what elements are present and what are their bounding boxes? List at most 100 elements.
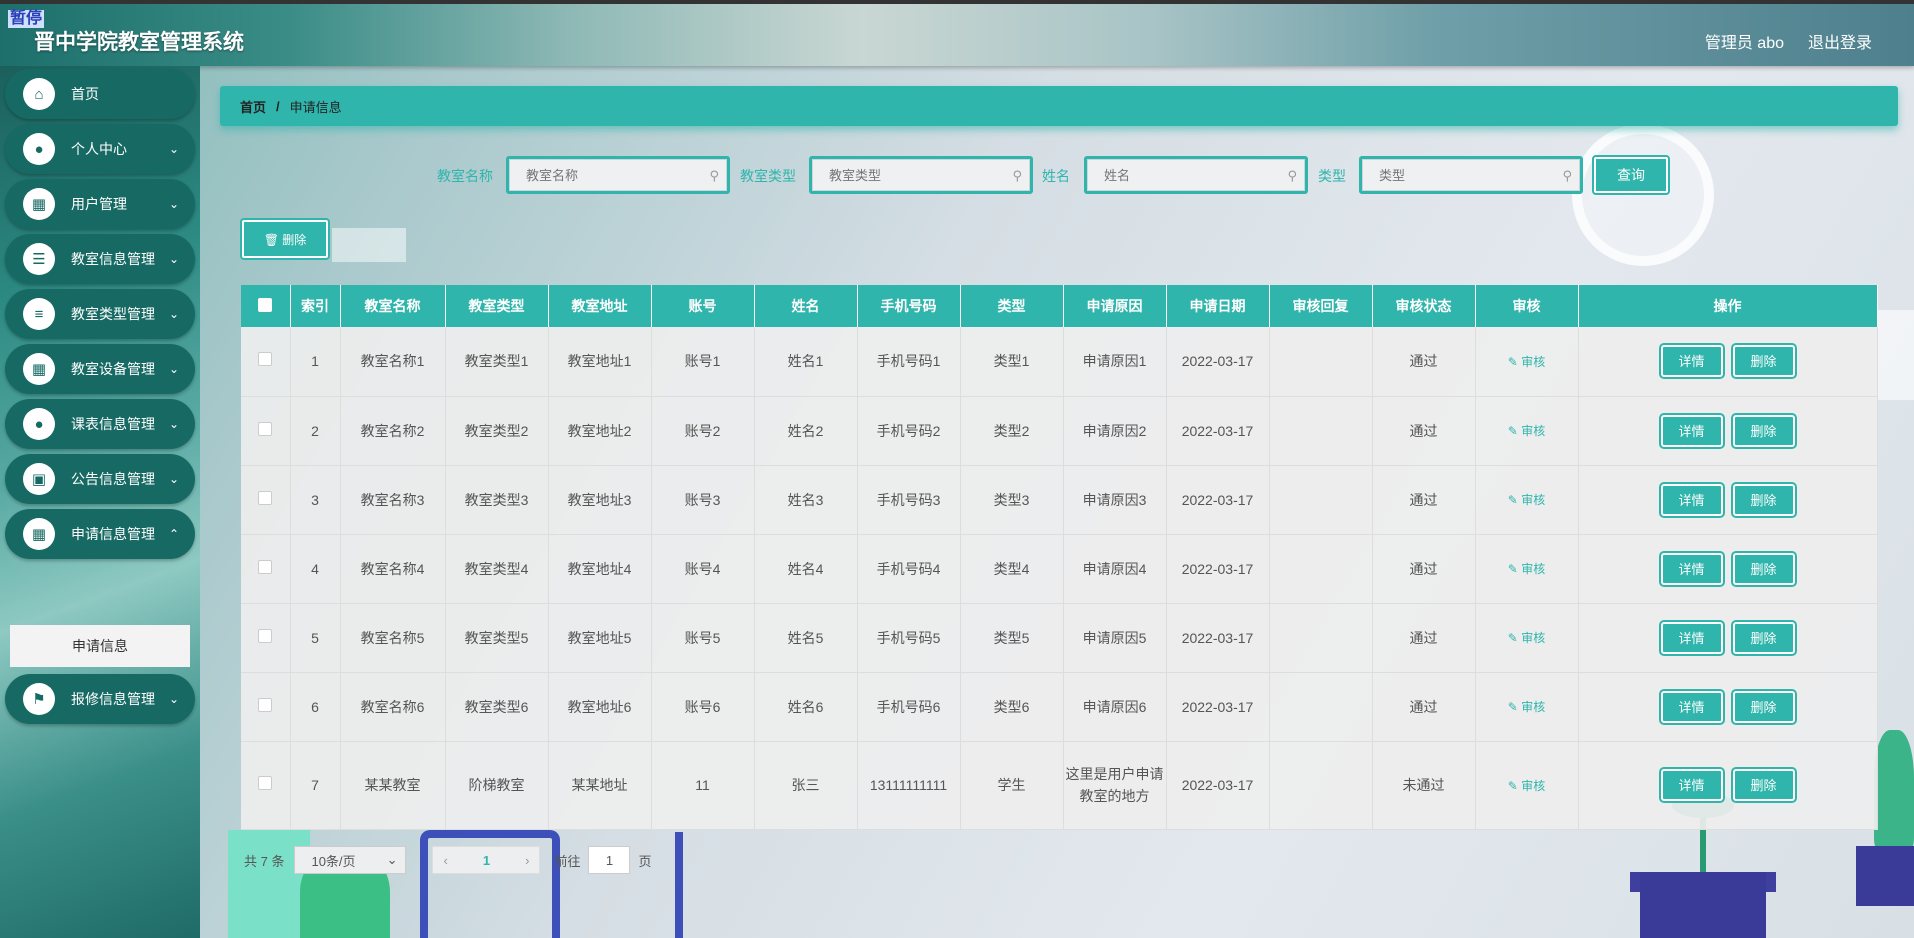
cell-name: 姓名2 [754,396,858,466]
total-count: 共 7 条 [244,853,285,869]
audit-link[interactable]: ✎ 审核 [1508,779,1545,793]
chair-decoration [675,832,683,938]
sidebar-item-home[interactable]: ⌂ 首页 [5,69,195,119]
sidebar-item-label: 个人中心 [71,141,127,157]
detail-button[interactable]: 详情 [1658,619,1725,656]
row-checkbox[interactable] [258,352,273,367]
query-button[interactable]: 查询 [1592,155,1670,195]
next-page-button[interactable]: › [525,853,529,868]
decoration [1878,310,1914,400]
page-suffix: 页 [638,853,652,869]
sidebar-item-label: 报修信息管理 [71,691,155,707]
column-header: 账号 [651,285,755,327]
bulk-delete-label: 删除 [282,232,307,247]
delete-button[interactable]: 删除 [1730,343,1797,380]
select-all-checkbox[interactable] [258,297,273,312]
delete-button[interactable]: 删除 [1730,619,1797,656]
cell-addr: 教室地址1 [548,327,652,397]
cell-rtype: 教室类型2 [445,396,549,466]
detail-button[interactable]: 详情 [1658,343,1725,380]
row-checkbox[interactable] [258,697,273,712]
goto-page-input[interactable]: 1 [588,846,631,874]
table-header-row: 索引 教室名称 教室类型 教室地址 账号 姓名 手机号码 类型 申请原因 申请日… [241,285,1878,327]
delete-button[interactable]: 删除 [1730,688,1797,725]
cell-rtype: 教室类型4 [445,534,549,604]
cell-reason: 申请原因5 [1063,603,1167,673]
cell-room: 教室名称2 [340,396,446,466]
cell-type: 类型2 [960,396,1064,466]
row-checkbox[interactable] [258,421,273,436]
column-header: 教室地址 [548,285,652,327]
bulk-delete-button[interactable]: 🗑 删除 [240,218,330,260]
delete-button[interactable]: 删除 [1730,412,1797,449]
room-name-input[interactable] [509,159,727,191]
home-icon: ⌂ [23,78,55,110]
actions-cell: 详情 删除 [1578,603,1878,673]
row-checkbox[interactable] [258,776,273,790]
cell-status: 通过 [1372,672,1476,742]
sidebar-item-schedule[interactable]: ● 课表信息管理 ⌄ [5,399,195,449]
sidebar-subitem-application-info[interactable]: 申请信息 [10,625,190,667]
cell-room: 教室名称1 [340,327,446,397]
delete-button[interactable]: 删除 [1730,767,1797,803]
sidebar-item-users[interactable]: ▦ 用户管理 ⌄ [5,179,195,229]
prev-page-button[interactable]: ‹ [443,853,447,868]
row-checkbox[interactable] [258,559,273,574]
audit-link[interactable]: ✎ 审核 [1508,562,1545,576]
audit-link[interactable]: ✎ 审核 [1508,700,1545,714]
logout-link[interactable]: 退出登录 [1808,29,1872,53]
edit-icon: ✎ [1507,562,1522,576]
column-header: 审核 [1475,285,1579,327]
page-size-select[interactable]: 10条/页 ⌄ [294,846,407,874]
chevron-down-icon: ⌄ [386,852,398,867]
audit-link[interactable]: ✎ 审核 [1508,424,1545,438]
cell-name: 张三 [754,741,858,830]
breadcrumb: 首页 / 申请信息 [220,86,1898,126]
cell-phone: 手机号码1 [857,327,961,397]
sidebar-item-label: 教室类型管理 [71,306,155,322]
sidebar-item-profile[interactable]: ● 个人中心 ⌄ [5,124,195,174]
delete-button[interactable]: 删除 [1730,481,1797,518]
current-page[interactable]: 1 [483,853,490,868]
chevron-down-icon: ⌄ [168,472,179,486]
breadcrumb-separator: / [276,98,280,114]
cell-rtype: 教室类型3 [445,465,549,535]
room-type-label: 教室类型 [740,168,796,184]
sidebar-item-equipment[interactable]: ▦ 教室设备管理 ⌄ [5,344,195,394]
cell-name: 姓名3 [754,465,858,535]
detail-button[interactable]: 详情 [1658,688,1725,725]
type-input[interactable] [1362,159,1580,191]
cell-type: 类型4 [960,534,1064,604]
cell-rtype: 阶梯教室 [445,741,549,830]
room-type-input[interactable] [812,159,1030,191]
name-input[interactable] [1087,159,1305,191]
sidebar-item-application[interactable]: ▦ 申请信息管理 ⌃ [5,509,195,559]
audit-link[interactable]: ✎ 审核 [1508,631,1545,645]
audit-link[interactable]: ✎ 审核 [1508,493,1545,507]
trash-icon: 🗑 [263,232,279,247]
sidebar-item-room-type[interactable]: ≡ 教室类型管理 ⌄ [5,289,195,339]
detail-button[interactable]: 详情 [1658,767,1725,803]
detail-button[interactable]: 详情 [1658,550,1725,587]
audit-link-label: 审核 [1521,354,1546,369]
detail-button[interactable]: 详情 [1658,412,1725,449]
audit-cell: ✎ 审核 [1475,741,1579,830]
cell-idx: 6 [290,672,341,742]
sidebar-item-notice[interactable]: ▣ 公告信息管理 ⌄ [5,454,195,504]
sidebar-item-room-info[interactable]: ☰ 教室信息管理 ⌄ [5,234,195,284]
row-checkbox[interactable] [258,628,273,643]
column-header: 申请日期 [1166,285,1270,327]
delete-button[interactable]: 删除 [1730,550,1797,587]
row-checkbox[interactable] [258,490,273,505]
column-header: 手机号码 [857,285,961,327]
breadcrumb-home[interactable]: 首页 [240,97,266,116]
column-header: 姓名 [754,285,858,327]
cell-type: 类型6 [960,672,1064,742]
actions-cell: 详情 删除 [1578,327,1878,397]
cell-phone: 手机号码4 [857,534,961,604]
audit-link[interactable]: ✎ 审核 [1508,355,1545,369]
audit-cell: ✎ 审核 [1475,672,1579,742]
chevron-down-icon: ⌄ [168,252,179,266]
detail-button[interactable]: 详情 [1658,481,1725,518]
sidebar-item-repair[interactable]: ⚑ 报修信息管理 ⌄ [5,674,195,724]
